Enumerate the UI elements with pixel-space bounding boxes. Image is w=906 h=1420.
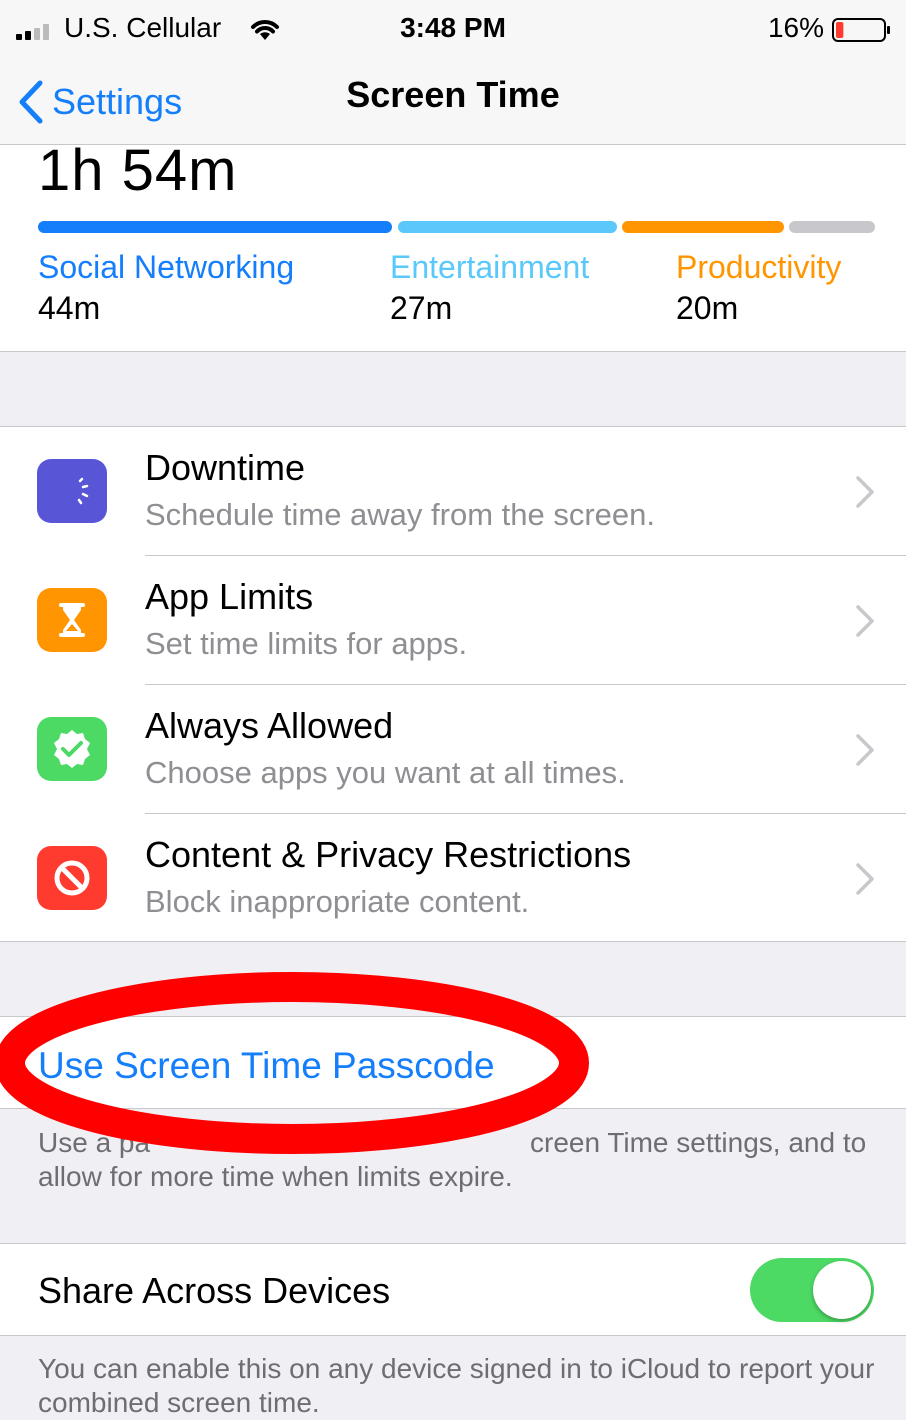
row-title: Downtime — [145, 447, 306, 488]
passcode-footer-start: Use a pa — [38, 1127, 151, 1158]
share-footer: You can enable this on any device signed… — [38, 1353, 875, 1418]
row-subtitle: Set time limits for apps. — [145, 626, 468, 661]
battery-icon — [832, 18, 890, 42]
row-title: Always Allowed — [145, 705, 394, 746]
app-limits-row[interactable]: App Limits Set time limits for apps. — [0, 556, 906, 684]
block-icon — [37, 846, 107, 910]
row-subtitle: Block inappropriate content. — [145, 884, 530, 919]
hourglass-icon — [37, 588, 107, 652]
usage-total: 1h 54m — [38, 138, 238, 203]
share-group: Share Across Devices — [0, 1243, 906, 1336]
page-title: Screen Time — [346, 74, 560, 115]
downtime-icon — [37, 459, 107, 523]
chevron-right-icon — [856, 605, 874, 637]
row-title: Content & Privacy Restrictions — [145, 834, 632, 875]
checkmark-badge-icon — [37, 717, 107, 781]
usage-bar-entertainment — [398, 221, 617, 233]
downtime-row[interactable]: Downtime Schedule time away from the scr… — [0, 427, 906, 555]
category-time: 27m — [390, 290, 453, 326]
usage-bar-social — [38, 221, 392, 233]
passcode-footer: Use a pa creen Time settings, and to all… — [38, 1126, 878, 1194]
row-subtitle: Schedule time away from the screen. — [145, 497, 656, 532]
status-bar: U.S. Cellular 3:48 PM 16% — [0, 0, 906, 60]
passcode-footer-line1: Use a pa creen Time settings, and to — [38, 1126, 878, 1160]
navigation-bar: Settings Screen Time — [0, 60, 906, 145]
passcode-group: Use Screen Time Passcode — [0, 1016, 906, 1109]
always-allowed-row[interactable]: Always Allowed Choose apps you want at a… — [0, 685, 906, 813]
category-name: Productivity — [676, 249, 842, 285]
use-passcode-button[interactable]: Use Screen Time Passcode — [38, 1045, 495, 1087]
category-entertainment: Entertainment 27m — [390, 249, 589, 327]
usage-bar-other — [789, 221, 875, 233]
usage-summary[interactable]: 1h 54m Social Networking 44m Entertainme… — [0, 138, 906, 352]
passcode-footer-line2: allow for more time when limits expire. — [38, 1161, 513, 1192]
passcode-footer-end: creen Time settings, and to — [530, 1127, 867, 1158]
row-title: App Limits — [145, 576, 314, 617]
chevron-right-icon — [856, 863, 874, 895]
share-across-devices-toggle[interactable] — [750, 1258, 874, 1322]
category-time: 44m — [38, 290, 101, 326]
category-time: 20m — [676, 290, 739, 326]
category-productivity: Productivity 20m — [676, 249, 841, 327]
toggle-knob — [813, 1261, 871, 1319]
category-name: Social Networking — [38, 249, 295, 285]
chevron-right-icon — [856, 734, 874, 766]
row-subtitle: Choose apps you want at all times. — [145, 755, 626, 790]
battery-percent: 16% — [767, 12, 824, 43]
share-across-devices-label: Share Across Devices — [38, 1270, 391, 1311]
category-name: Entertainment — [390, 249, 590, 285]
settings-list: Downtime Schedule time away from the scr… — [0, 426, 906, 942]
chevron-right-icon — [856, 476, 874, 508]
content-privacy-row[interactable]: Content & Privacy Restrictions Block ina… — [0, 814, 906, 942]
category-social: Social Networking 44m — [38, 249, 294, 327]
usage-bar-productivity — [622, 221, 784, 233]
